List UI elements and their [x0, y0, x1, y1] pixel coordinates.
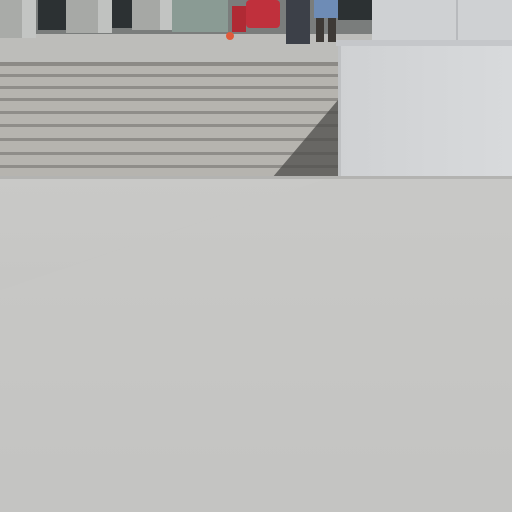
wall-upper-seam	[456, 0, 458, 42]
building-window-3	[338, 0, 372, 20]
wall-corner	[338, 46, 341, 177]
column-3	[132, 0, 160, 30]
stair-edge-4	[0, 98, 338, 101]
column-2	[66, 0, 98, 33]
person-leg-right	[328, 18, 336, 42]
building-window-2	[112, 0, 132, 28]
person-leg-left	[316, 18, 324, 42]
wall-top-edge	[336, 40, 512, 46]
building-window-1	[38, 0, 66, 30]
person-dark-figure	[286, 0, 310, 44]
stairs	[0, 62, 338, 178]
stair-edge-8	[0, 152, 338, 155]
stair-edge-2	[0, 74, 338, 77]
wall-upper-block	[372, 0, 512, 42]
person-red-legs	[232, 6, 246, 32]
photo-scene	[0, 0, 512, 512]
wall-face	[338, 46, 512, 177]
person-jeans-top	[314, 0, 338, 18]
stair-edge-7	[0, 138, 338, 141]
person-shoe	[226, 32, 234, 40]
person-red-shirt	[246, 0, 280, 28]
scene-canvas	[0, 0, 512, 512]
column-3-light	[160, 0, 172, 30]
stair-edge-5	[0, 111, 338, 114]
stair-edge-1	[0, 62, 338, 66]
glass-panel	[172, 0, 228, 32]
column-1-light	[22, 0, 36, 38]
column-1	[0, 0, 22, 38]
ground-line	[0, 176, 512, 179]
stair-edge-3	[0, 86, 338, 89]
stair-edge-6	[0, 124, 338, 127]
column-2-light	[98, 0, 112, 33]
